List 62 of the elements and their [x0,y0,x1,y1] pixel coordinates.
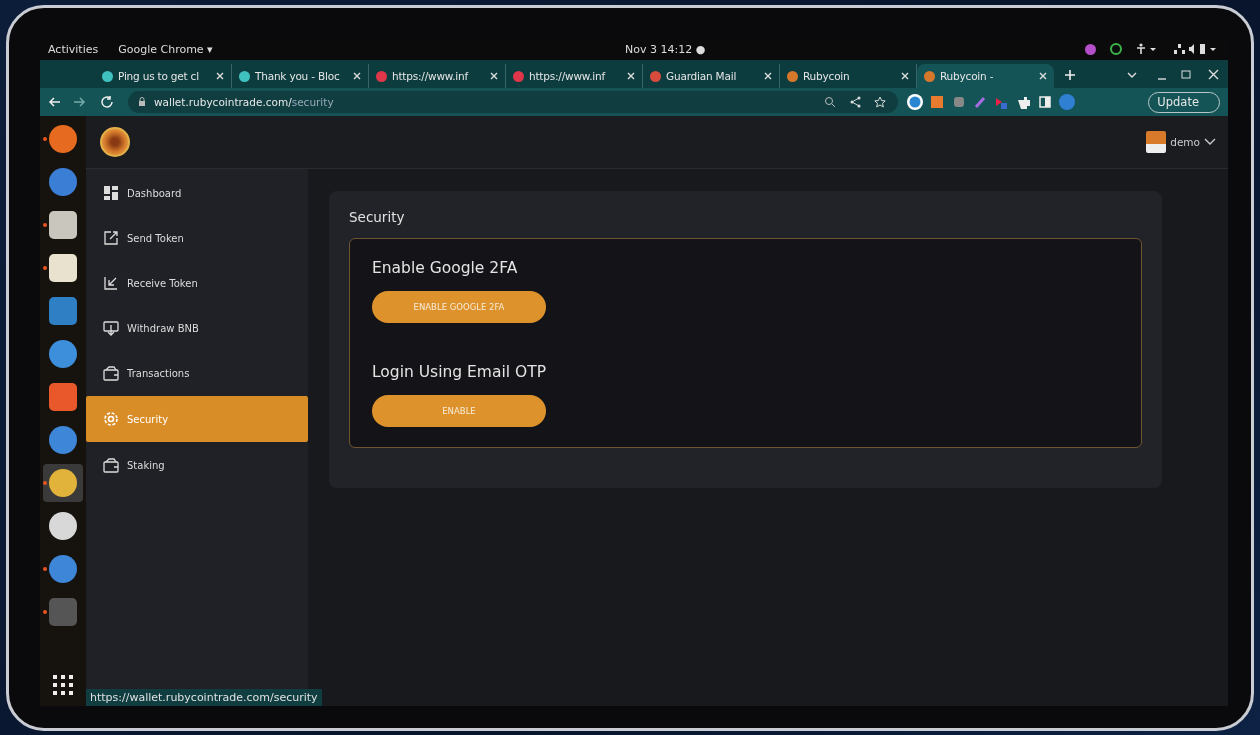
grid-icon [103,185,119,201]
favicon-icon [376,70,387,82]
favicon-icon [650,70,661,82]
activities-button[interactable]: Activities [48,42,99,56]
nav-item[interactable]: Withdraw BNB [86,306,308,350]
tab-title: Rubycoin [803,70,851,82]
favicon-icon [239,70,250,82]
browser-tab[interactable]: Rubycoin - [917,64,1054,88]
close-icon[interactable] [490,72,498,80]
clock[interactable]: Nov 3 14:12 ● [625,42,706,56]
section-heading: Enable Google 2FA [372,259,518,277]
extension-icons[interactable] [906,93,1076,111]
tab-title: Ping us to get cl [118,70,200,82]
app-icon[interactable] [49,125,77,153]
withdraw-icon [103,320,119,336]
panel-title: Security [349,209,406,225]
close-icon[interactable] [216,72,224,80]
avatar-icon[interactable] [1146,131,1167,153]
favicon-icon [513,70,524,82]
close-icon[interactable] [901,72,909,80]
favicon-icon [787,70,798,82]
address-text: wallet.rubycointrade.com/security [154,96,334,108]
nav-item[interactable]: Dashboard [86,171,308,215]
accessibility-icon[interactable] [1136,43,1158,55]
address-bar[interactable]: wallet.rubycointrade.com/security [128,91,898,113]
nav-item[interactable]: Receive Token [86,261,308,305]
app-icon[interactable] [49,211,77,239]
app-icon[interactable] [49,512,77,540]
app-grid-icon[interactable] [52,674,74,696]
page-actions-icon[interactable] [824,96,888,108]
nav-item[interactable]: Transactions [86,351,308,395]
tab-title: Rubycoin - [940,70,995,82]
coin-logo-icon[interactable] [100,127,130,157]
close-icon[interactable] [353,72,361,80]
send-icon [103,230,119,246]
tab-title: Thank you - Bloc [255,70,341,82]
tab-title: https://www.inf [529,70,607,82]
nav-item[interactable]: Send Token [86,216,308,260]
close-icon[interactable] [764,72,772,80]
wallet-icon [103,457,119,473]
lock-icon [138,97,146,107]
receive-icon [103,275,119,291]
app-icon[interactable] [49,469,77,497]
tray-icon[interactable] [1110,43,1122,55]
new-tab-icon[interactable] [1064,69,1076,81]
user-name[interactable]: demo [1170,136,1200,148]
app-icon[interactable] [49,340,77,368]
status-url: https://wallet.rubycointrade.com/security [86,689,322,706]
close-icon[interactable] [1039,72,1047,80]
tray-icon[interactable] [1085,43,1096,55]
nav-item[interactable]: Staking [86,443,308,487]
favicon-icon [924,70,935,82]
close-icon[interactable] [627,72,635,80]
app-menu[interactable]: Google Chrome ▾ [118,42,213,56]
wallet-icon [103,365,119,381]
tab-title: Guardian Mail [666,70,738,82]
caret-icon[interactable] [1204,138,1216,146]
app-icon[interactable] [49,254,77,282]
tab-title: https://www.inf [392,70,470,82]
favicon-icon [102,70,113,82]
section-heading: Login Using Email OTP [372,363,546,381]
gear-icon [103,411,119,427]
